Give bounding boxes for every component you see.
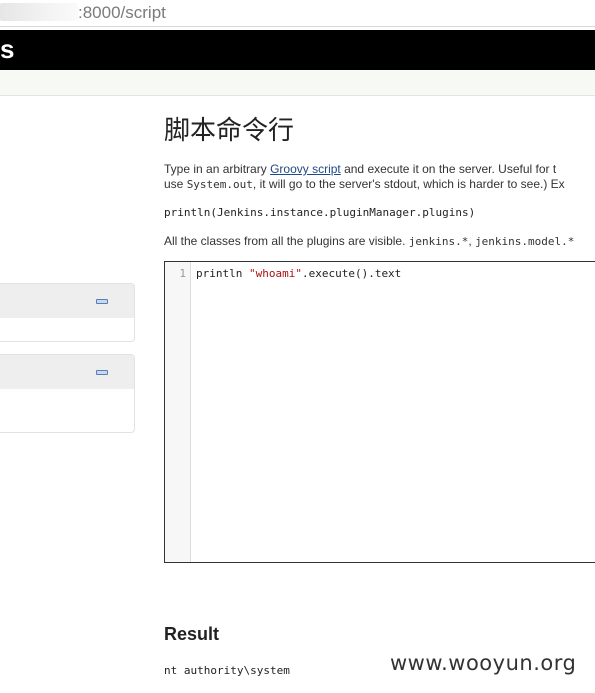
page-title: 脚本命令行 xyxy=(164,116,295,146)
collapse-icon[interactable] xyxy=(96,299,108,304)
script-editor[interactable]: 1 println "whoami".execute().text xyxy=(164,261,595,563)
editor-code-line[interactable]: println "whoami".execute().text xyxy=(196,267,401,280)
classes-visible-text: All the classes from all the plugins are… xyxy=(164,234,575,248)
breadcrumb-bar xyxy=(0,70,595,96)
url-text: :8000/script xyxy=(78,3,166,22)
result-heading: Result xyxy=(164,624,220,644)
collapse-icon[interactable] xyxy=(96,370,108,375)
editor-gutter: 1 xyxy=(165,262,191,562)
result-output: nt authority\system xyxy=(164,664,290,677)
watermark: www.wooyun.org xyxy=(390,651,577,675)
header-logo-text[interactable]: s xyxy=(0,34,14,65)
groovy-script-link[interactable]: Groovy script xyxy=(270,162,341,176)
script-description: Type in an arbitrary Groovy script and e… xyxy=(164,162,565,191)
side-panel-header xyxy=(0,355,134,389)
string-literal: "whoami" xyxy=(248,267,302,280)
line-number: 1 xyxy=(179,267,186,280)
system-out-code: System.out xyxy=(186,178,253,191)
example-code: println(Jenkins.instance.pluginManager.p… xyxy=(164,206,476,219)
jenkins-header: s xyxy=(0,30,595,70)
url-host-blurred xyxy=(0,3,78,21)
side-panel-executor-status xyxy=(0,354,135,433)
side-panel-build-queue xyxy=(0,283,135,342)
address-bar[interactable]: :8000/script xyxy=(0,0,595,27)
side-panel-header xyxy=(0,284,134,318)
